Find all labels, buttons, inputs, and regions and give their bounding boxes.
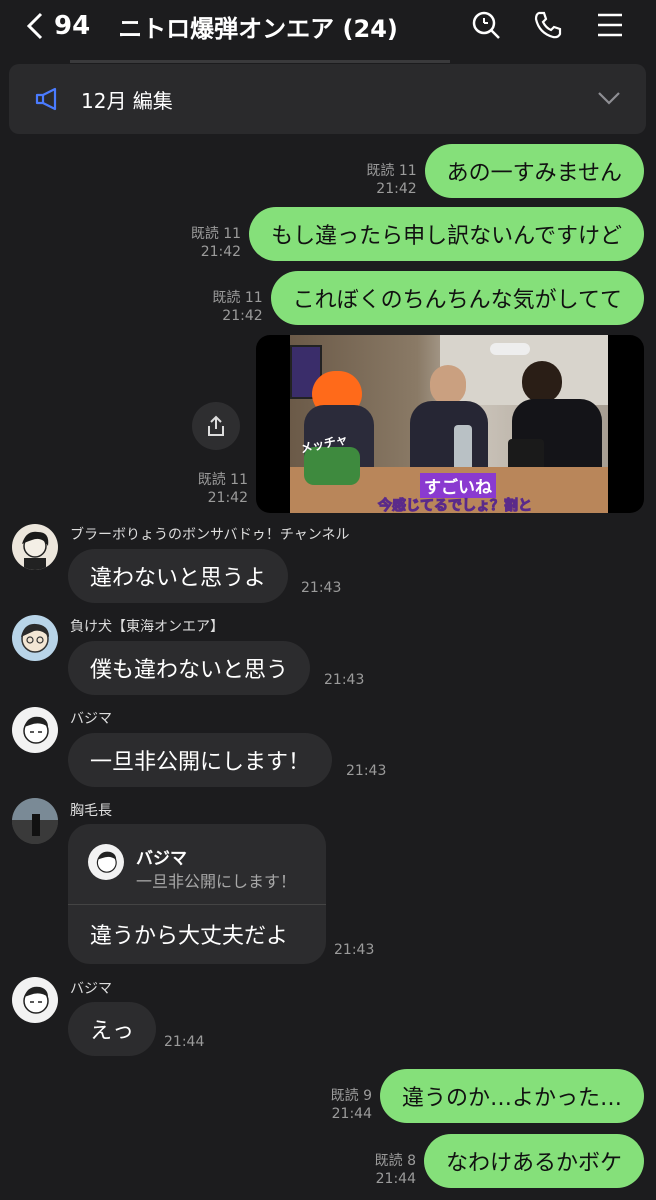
video-caption: 今感じてるでしょ？割と: [378, 498, 533, 514]
quoted-message[interactable]: バジマ 一旦非公開にします！: [68, 824, 326, 905]
message-bubble[interactable]: 一旦非公開にします！: [68, 733, 333, 787]
avatar[interactable]: [12, 524, 58, 570]
avatar[interactable]: [12, 615, 58, 661]
unread-count: 94: [54, 11, 91, 41]
read-receipt: 既読 11: [197, 472, 248, 488]
quoted-text: 一旦非公開にします！: [136, 872, 297, 891]
avatar: [88, 844, 124, 880]
outgoing-message: 既読 11 21:42 これぼくのちんちんな気がしてて: [212, 271, 644, 325]
read-receipt: 既読 8: [374, 1153, 416, 1169]
message-bubble[interactable]: えっ: [68, 1002, 157, 1056]
avatar[interactable]: [12, 798, 58, 844]
message-time: 21:42: [222, 308, 263, 324]
read-receipt: 既読 11: [366, 163, 417, 179]
read-receipt: 既読 11: [190, 226, 242, 242]
message-bubble[interactable]: 違わないと思うよ: [68, 549, 289, 603]
reply-message-bubble[interactable]: バジマ 一旦非公開にします！ 違うから大丈夫だよ: [68, 824, 326, 964]
message-time: 21:43: [346, 763, 387, 779]
outgoing-message: 既読 11 21:42 もし違ったら申し訳ないんですけど: [191, 207, 644, 261]
message-bubble[interactable]: もし違ったら申し訳ないんですけど: [249, 207, 644, 261]
reply-text: 違うから大丈夫だよ: [90, 924, 289, 949]
sender-name: バジマ: [70, 981, 112, 997]
message-bubble[interactable]: 僕も違わないと思う: [68, 641, 311, 695]
message-bubble[interactable]: なわけあるかボケ: [423, 1134, 644, 1188]
search-icon[interactable]: [470, 8, 502, 42]
message-time: 21:43: [301, 580, 342, 596]
announcement-text: 12月 編集: [81, 88, 173, 113]
message-bubble[interactable]: 違うのか…よかった…: [379, 1069, 644, 1123]
message-bubble[interactable]: あの一すみません: [424, 144, 644, 198]
chat-header: 94 ニトロ爆弾オンエア (24): [0, 0, 656, 52]
menu-icon[interactable]: [594, 8, 626, 42]
back-button[interactable]: 94: [24, 0, 90, 52]
message-time: 21:44: [331, 1106, 372, 1122]
read-receipt: 既読 9: [330, 1088, 372, 1104]
avatar[interactable]: [12, 707, 58, 753]
avatar[interactable]: [12, 977, 58, 1023]
chat-title: ニトロ爆弾オンエア (24): [118, 14, 398, 43]
video-frame: メッチャ すごいね 今感じてるでしょ？割と: [290, 335, 608, 513]
read-receipt: 既読 11: [212, 290, 263, 306]
message-time: 21:44: [164, 1034, 205, 1050]
quoted-sender-name: バジマ: [136, 849, 187, 869]
message-time: 21:44: [375, 1171, 416, 1187]
video-thumbnail[interactable]: メッチャ すごいね 今感じてるでしょ？割と: [256, 335, 644, 513]
message-time: 21:42: [376, 181, 417, 197]
outgoing-message: 既読 9 21:44 違うのか…よかった…: [331, 1069, 644, 1123]
message-time: 21:43: [334, 942, 375, 958]
message-bubble[interactable]: これぼくのちんちんな気がしてて: [270, 271, 644, 325]
outgoing-message: 既読 8 21:44 なわけあるかボケ: [375, 1134, 644, 1188]
sender-name: ブラーボりょうのボンサバドゥ！チャンネル: [70, 527, 350, 543]
outgoing-media-message: 既読 11 21:42 メッチャ すごいね 今感じてるでしょ？割と: [198, 335, 644, 513]
megaphone-icon: [35, 87, 57, 111]
message-time: 21:42: [200, 244, 242, 260]
announcement-bar[interactable]: 12月 編集: [9, 64, 646, 134]
chevron-down-icon[interactable]: [596, 88, 622, 108]
sender-name: 胸毛長: [70, 803, 112, 819]
sender-name: バジマ: [70, 711, 112, 727]
scrolled-content-edge: [70, 60, 450, 63]
message-time: 21:42: [207, 490, 248, 506]
outgoing-message: 既読 11 21:42 あの一すみません: [366, 144, 644, 198]
message-time: 21:43: [324, 672, 365, 688]
phone-icon[interactable]: [532, 8, 564, 42]
chevron-left-icon: [26, 12, 43, 40]
sender-name: 負け犬【東海オンエア】: [70, 619, 224, 635]
